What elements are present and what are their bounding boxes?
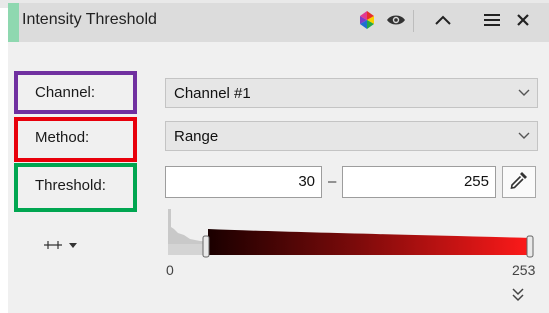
panel-accent (8, 3, 19, 42)
histogram-min-label: 0 (166, 262, 174, 278)
chevron-up-icon[interactable] (431, 9, 455, 31)
chevron-down-icon (511, 132, 537, 140)
eyedropper-button[interactable] (502, 166, 536, 198)
threshold-label: Threshold: (35, 177, 106, 194)
range-low-handle[interactable] (202, 235, 210, 258)
eyedropper-icon (509, 170, 529, 195)
channel-dropdown[interactable]: Channel #1 (165, 78, 538, 108)
header-separator (413, 10, 414, 32)
threshold-color-ramp (208, 229, 532, 255)
double-chevron-down-icon[interactable] (511, 287, 525, 308)
method-dropdown[interactable]: Range (165, 121, 538, 151)
chevron-down-icon (511, 89, 537, 97)
range-high-handle[interactable] (526, 235, 534, 258)
eye-icon[interactable] (384, 9, 408, 31)
method-value: Range (174, 127, 219, 145)
panel-title: Intensity Threshold (22, 11, 157, 28)
close-icon[interactable] (512, 9, 534, 31)
method-label: Method: (35, 129, 90, 146)
histogram-max-label: 253 (512, 262, 536, 278)
threshold-separator: – (328, 173, 337, 190)
range-adjust-icon[interactable] (42, 238, 80, 256)
threshold-low-input[interactable]: 30 (165, 166, 322, 198)
threshold-high-input[interactable]: 255 (342, 166, 496, 198)
histogram-range-slider[interactable] (160, 203, 546, 263)
color-wheel-icon[interactable] (355, 9, 379, 31)
channel-label: Channel: (35, 84, 96, 101)
menu-icon[interactable] (481, 9, 503, 31)
channel-value: Channel #1 (174, 84, 251, 102)
